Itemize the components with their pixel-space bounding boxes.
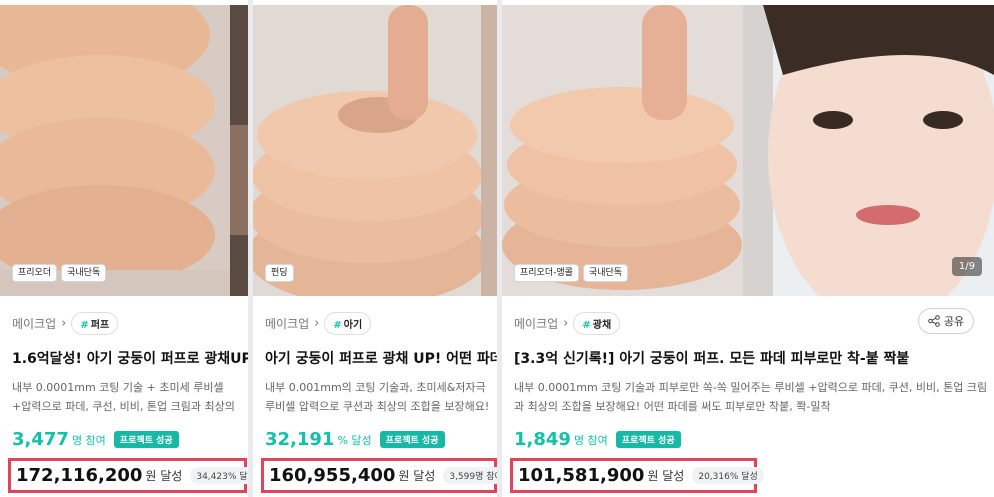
success-badge: 프로젝트 성공 — [379, 431, 445, 448]
puff-stack-photo — [0, 5, 230, 296]
project-tags: 프리오더-앵콜 국내단독 — [514, 264, 629, 282]
amount-value: 160,955,400 — [269, 465, 396, 486]
hashtag-chip[interactable]: # 광채 — [573, 312, 621, 335]
model-face-photo — [743, 5, 994, 296]
amount-highlight: 172,116,200 원 달성 34,423% 달성 — [8, 458, 248, 493]
share-label: 공유 — [943, 315, 965, 328]
achievement-pill: 20,316% 달성 — [692, 467, 764, 484]
hashtag-chip[interactable]: # 아기 — [324, 312, 372, 335]
project-title[interactable]: 1.6억달성! 아기 궁둥이 퍼프로 광채UP! 어떤 — [12, 348, 248, 368]
achievement-pill: 34,423% 달성 — [190, 467, 248, 484]
model-photo-strip — [230, 5, 248, 296]
success-badge: 프로젝트 성공 — [615, 431, 681, 448]
amount-unit: 원 달성 — [145, 469, 183, 483]
project-card-1[interactable]: 프리오더 국내단독 메이크업 › # 퍼프 1.6억달성! 아기 궁둥이 퍼프로 … — [0, 0, 248, 497]
participant-pill: 3,599명 참여 — [443, 467, 497, 484]
stat-value: 32,191 — [265, 429, 335, 450]
chevron-right-icon: › — [314, 316, 320, 331]
project-info: 메이크업 › # 광채 공유 [3.3억 신기록!] 아기 궁둥이 퍼프. 모든 … — [502, 296, 994, 497]
puff-photo-strip — [481, 5, 497, 296]
project-stat: 1,849 명 참여 프로젝트 성공 — [514, 429, 681, 450]
project-tags: 펀딩 — [265, 264, 294, 282]
amount-unit: 원 달성 — [647, 469, 685, 483]
project-card-2[interactable]: 펀딩 메이크업 › # 아기 아기 궁둥이 퍼프로 광채 UP! 어떤 파데를 내… — [253, 0, 497, 497]
funding-card-list: 프리오더 국내단독 메이크업 › # 퍼프 1.6억달성! 아기 궁둥이 퍼프로 … — [0, 0, 994, 497]
project-description: 내부 0.0001mm 코팅 기술과 피부로만 쏙-쏙 밀어주는 루비셀 +압력… — [514, 381, 988, 413]
stat-value: 1,849 — [514, 429, 571, 450]
category-link[interactable]: 메이크업 — [265, 315, 309, 332]
stat-unit: 명 참여 — [71, 433, 106, 447]
stat-unit: 명 참여 — [573, 433, 608, 447]
project-stat: 32,191 % 달성 프로젝트 성공 — [265, 429, 445, 450]
tag-badge: 프리오더-앵콜 — [514, 264, 579, 282]
project-title[interactable]: [3.3억 신기록!] 아기 궁둥이 퍼프. 모든 파데 피부로만 착-붙 짝붙 — [514, 348, 994, 368]
hashtag-chip[interactable]: # 퍼프 — [71, 312, 119, 335]
category-link[interactable]: 메이크업 — [514, 315, 558, 332]
chevron-right-icon: › — [563, 316, 569, 331]
stat-value: 3,477 — [12, 429, 69, 450]
category-link[interactable]: 메이크업 — [12, 315, 56, 332]
stat-unit: % 달성 — [337, 433, 372, 447]
puff-press-photo — [502, 5, 743, 296]
amount-value: 101,581,900 — [518, 465, 645, 486]
chevron-right-icon: › — [61, 316, 67, 331]
project-title[interactable]: 아기 궁둥이 퍼프로 광채 UP! 어떤 파데를 — [265, 348, 497, 368]
category-breadcrumb: 메이크업 › # 광채 — [514, 312, 621, 335]
project-image-3[interactable]: 프리오더-앵콜 국내단독 1/9 — [502, 5, 994, 296]
tag-badge: 국내단독 — [582, 264, 629, 282]
tag-badge: 국내단독 — [61, 264, 107, 282]
project-info: 메이크업 › # 아기 아기 궁둥이 퍼프로 광채 UP! 어떤 파데를 내부 0… — [253, 296, 497, 497]
project-image-1[interactable]: 프리오더 국내단독 — [0, 5, 248, 296]
project-card-3[interactable]: 프리오더-앵콜 국내단독 1/9 메이크업 › # 광채 공유 [3.3억 신기… — [502, 0, 994, 497]
project-image-2[interactable]: 펀딩 — [253, 5, 497, 296]
amount-highlight: 160,955,400 원 달성 3,599명 참여 — [261, 458, 497, 493]
success-badge: 프로젝트 성공 — [113, 431, 179, 448]
amount-value: 172,116,200 — [16, 465, 143, 486]
project-description: 내부 0.001mm의 코팅 기술과, 초미세&저자극 루비셀 압력으로 쿠션과… — [265, 381, 490, 413]
tag-badge: 프리오더 — [12, 264, 58, 282]
project-info: 메이크업 › #퍼프 1.6억달성! 아기 궁둥이 퍼프로 광채UP! 어떤 내… — [0, 296, 248, 497]
project-stat: 3,477 명 참여 프로젝트 성공 — [12, 429, 179, 450]
tag-badge: 펀딩 — [265, 264, 294, 282]
puff-press-photo — [253, 5, 481, 296]
category-breadcrumb: 메이크업 › # 퍼프 — [12, 312, 119, 335]
category-breadcrumb: 메이크업 › # 아기 — [265, 312, 372, 335]
amount-unit: 원 달성 — [398, 469, 436, 483]
share-icon — [928, 315, 940, 327]
amount-highlight: 101,581,900 원 달성 20,316% 달성 — [510, 458, 764, 493]
project-tags: 프리오더 국내단독 — [12, 264, 107, 282]
project-description: 내부 0.0001mm 코팅 기술 + 초미세 루비셀 +압력으로 파데, 쿠선… — [12, 381, 235, 413]
share-button[interactable]: 공유 — [918, 308, 974, 334]
image-counter: 1/9 — [951, 257, 982, 276]
